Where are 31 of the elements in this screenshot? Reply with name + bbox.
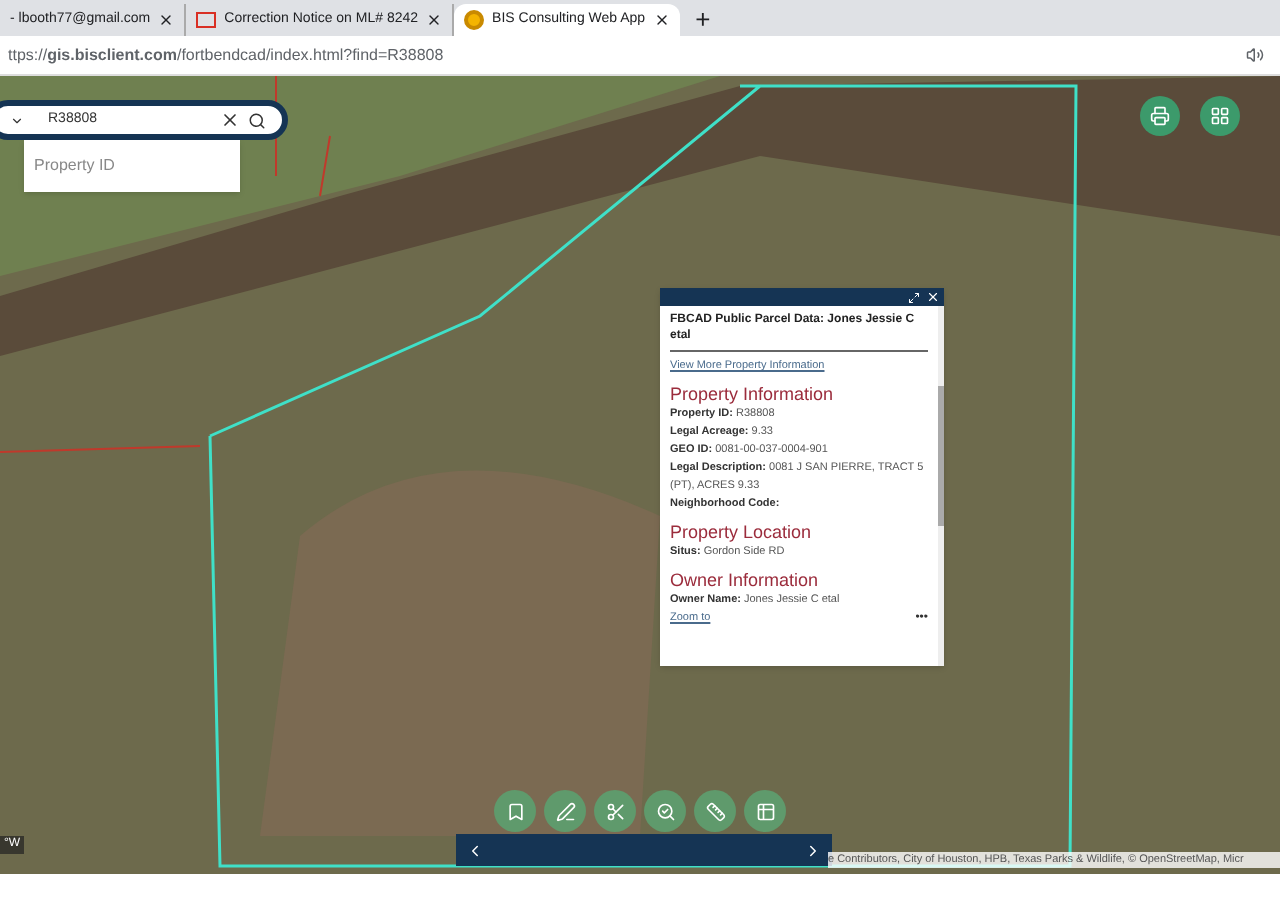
chevron-left-icon[interactable] xyxy=(466,841,484,859)
chevron-right-icon[interactable] xyxy=(804,841,822,859)
new-tab-button[interactable]: + xyxy=(695,6,711,32)
section-heading: Property Location xyxy=(670,522,814,544)
pen-icon xyxy=(555,801,575,821)
search-icon[interactable] xyxy=(248,111,266,129)
satellite-map[interactable] xyxy=(0,76,1280,874)
tool-button[interactable] xyxy=(694,790,736,832)
section-heading: Owner Information xyxy=(670,570,821,592)
search-layers-icon xyxy=(655,801,675,821)
address-bar[interactable]: ttps://gis.bisclient.com/fortbendcad/index.html?find=R38808 xyxy=(8,43,1246,67)
read-aloud-icon[interactable] xyxy=(1246,46,1264,64)
printer-icon xyxy=(1150,106,1170,126)
bookmark-icon xyxy=(505,801,525,821)
scrollbar[interactable] xyxy=(938,306,944,666)
close-icon[interactable] xyxy=(653,12,670,28)
ruler-icon xyxy=(705,801,725,821)
tool-button[interactable] xyxy=(644,790,686,832)
table-icon xyxy=(755,801,775,821)
section-heading: Property Information xyxy=(670,384,836,406)
tool-button[interactable] xyxy=(744,790,786,832)
grid-icon xyxy=(1210,106,1230,126)
close-icon[interactable] xyxy=(158,12,175,28)
close-icon[interactable] xyxy=(926,290,940,304)
dropdown-option[interactable]: Property ID xyxy=(34,154,115,178)
close-icon[interactable] xyxy=(426,12,443,28)
app-icon xyxy=(464,10,485,30)
mail-icon xyxy=(196,12,217,28)
scissors-icon xyxy=(605,801,625,821)
clear-icon[interactable] xyxy=(220,110,240,130)
caret-icon[interactable] xyxy=(10,113,24,127)
